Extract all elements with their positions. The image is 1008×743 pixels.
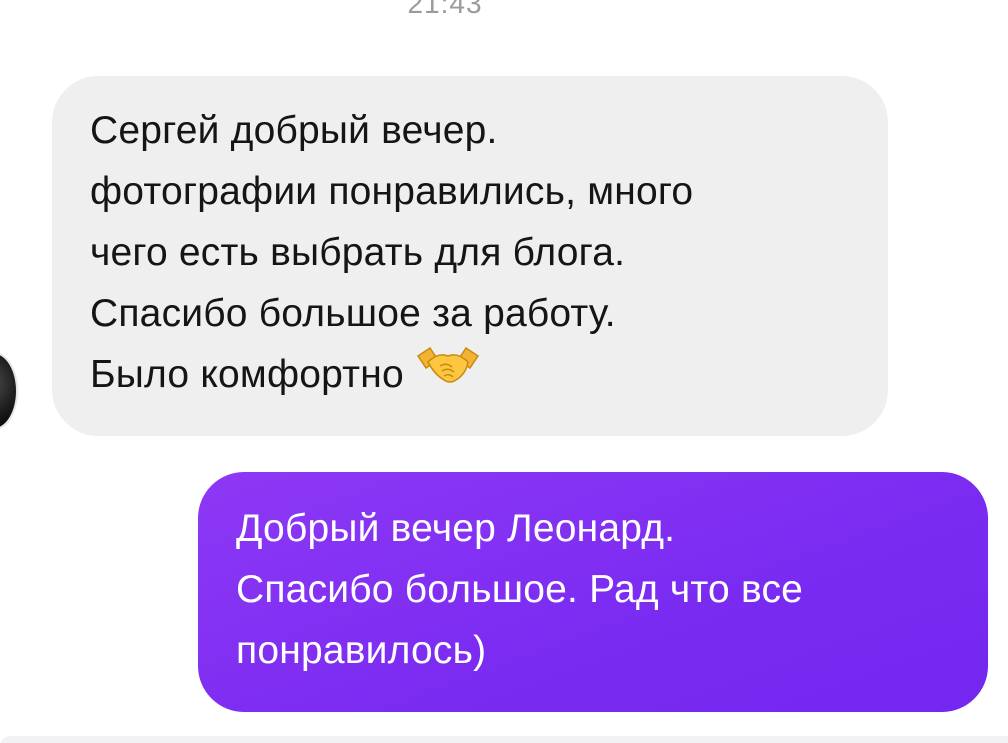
message-line: Добрый вечер Леонард. (236, 507, 676, 550)
message-line: Спасибо большое. Рад что все (236, 568, 804, 611)
message-line: фотографии понравились, много (90, 170, 694, 213)
message-composer-edge[interactable] (0, 736, 1008, 743)
message-line: понравилось) (236, 629, 487, 672)
handshake-emoji-icon (416, 340, 480, 406)
message-line: чего есть выбрать для блога. (90, 231, 626, 274)
avatar[interactable] (0, 352, 18, 430)
message-timestamp: 21:43 (407, 0, 483, 19)
message-line-with-emoji: Было комфортно (90, 344, 858, 406)
message-line: Спасибо большое за работу. (90, 292, 616, 335)
message-line: Сергей добрый вечер. (90, 109, 498, 152)
incoming-message-bubble[interactable]: Сергей добрый вечер. фотографии понравил… (52, 76, 888, 436)
outgoing-message-bubble[interactable]: Добрый вечер Леонард. Спасибо большое. Р… (198, 472, 988, 712)
chat-thread: 21:43 Сергей добрый вечер. фотографии по… (0, 0, 1008, 743)
message-line: Было комфортно (90, 353, 404, 396)
